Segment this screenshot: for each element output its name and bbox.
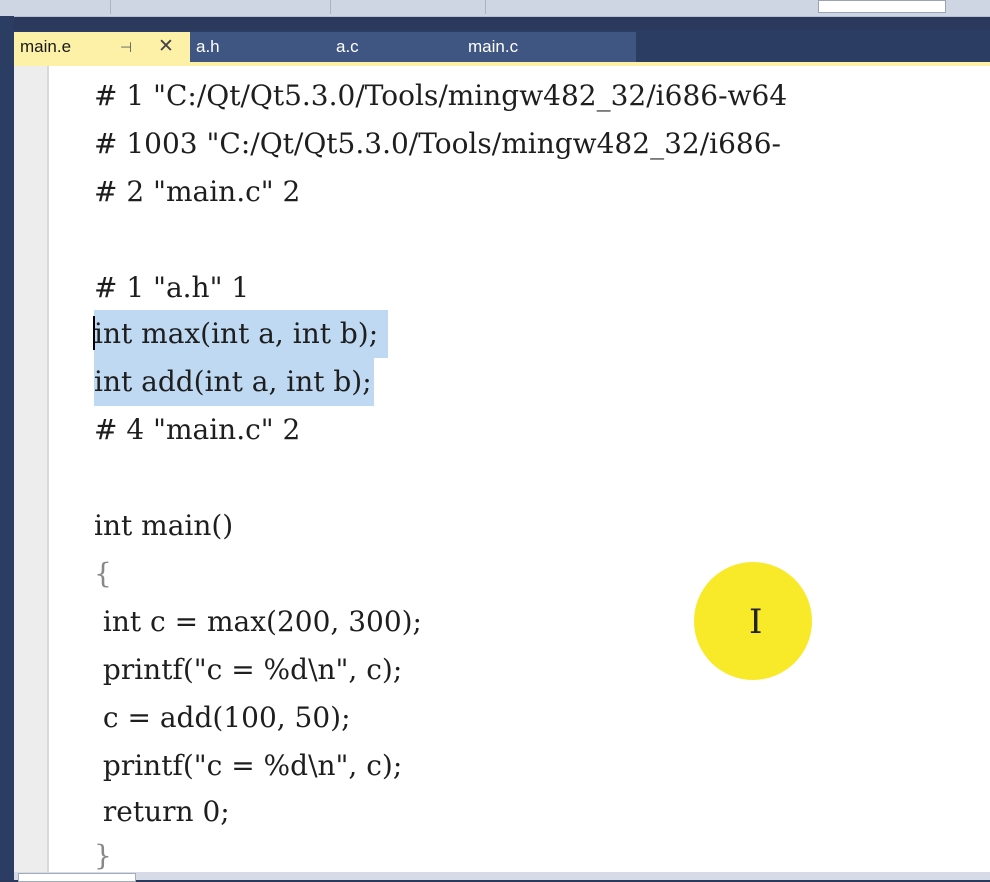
zoom-dropdown[interactable]	[18, 873, 136, 882]
editor-gutter	[14, 66, 47, 872]
toolbar-divider	[110, 0, 111, 14]
code-line[interactable]: {	[94, 550, 112, 598]
window-frame	[0, 16, 14, 880]
code-line-selected[interactable]: int max(int a, int b);	[94, 310, 389, 358]
ibeam-cursor-icon: I	[749, 602, 763, 642]
close-icon[interactable]: ✕	[158, 32, 174, 62]
code-line[interactable]: # 1 "a.h" 1	[94, 264, 249, 312]
tab-a-h[interactable]: a.h	[190, 32, 292, 62]
toolbar-divider	[330, 0, 331, 14]
tab-main-e[interactable]: main.e ⊣ ✕	[14, 32, 196, 62]
code-line-selected[interactable]: int add(int a, int b);	[94, 358, 374, 406]
status-strip	[14, 872, 990, 882]
tab-label: main.c	[468, 37, 519, 56]
code-line[interactable]: # 2 "main.c" 2	[94, 168, 300, 216]
code-line[interactable]: printf("c = %d\n", c);	[94, 646, 402, 694]
tab-label: a.c	[336, 37, 359, 56]
gutter-divider	[47, 66, 49, 872]
code-line[interactable]: c = add(100, 50);	[94, 694, 351, 742]
toolbar-dropdown[interactable]	[818, 0, 946, 13]
code-line[interactable]: int c = max(200, 300);	[94, 598, 422, 646]
toolbar-divider	[485, 0, 486, 14]
code-line[interactable]: }	[94, 832, 112, 872]
code-line[interactable]: # 4 "main.c" 2	[94, 406, 300, 454]
code-line[interactable]: int main()	[94, 502, 233, 550]
code-line[interactable]: # 1003 "C:/Qt/Qt5.3.0/Tools/mingw482_32/…	[94, 120, 781, 168]
code-line[interactable]: printf("c = %d\n", c);	[94, 742, 402, 790]
tab-a-c[interactable]: a.c	[286, 32, 464, 62]
pin-icon[interactable]: ⊣	[120, 32, 132, 62]
tab-label: a.h	[196, 37, 220, 56]
text-caret	[93, 316, 95, 350]
document-tab-strip: main.e ⊣ ✕ a.h a.c main.c	[14, 30, 990, 62]
tab-main-c[interactable]: main.c	[464, 32, 636, 62]
code-line[interactable]: # 1 "C:/Qt/Qt5.3.0/Tools/mingw482_32/i68…	[94, 72, 787, 120]
toolbar-strip	[0, 0, 990, 17]
tab-label: main.e	[20, 37, 72, 56]
code-editor[interactable]: # 1 "C:/Qt/Qt5.3.0/Tools/mingw482_32/i68…	[14, 66, 990, 872]
code-line[interactable]: return 0;	[94, 788, 230, 836]
